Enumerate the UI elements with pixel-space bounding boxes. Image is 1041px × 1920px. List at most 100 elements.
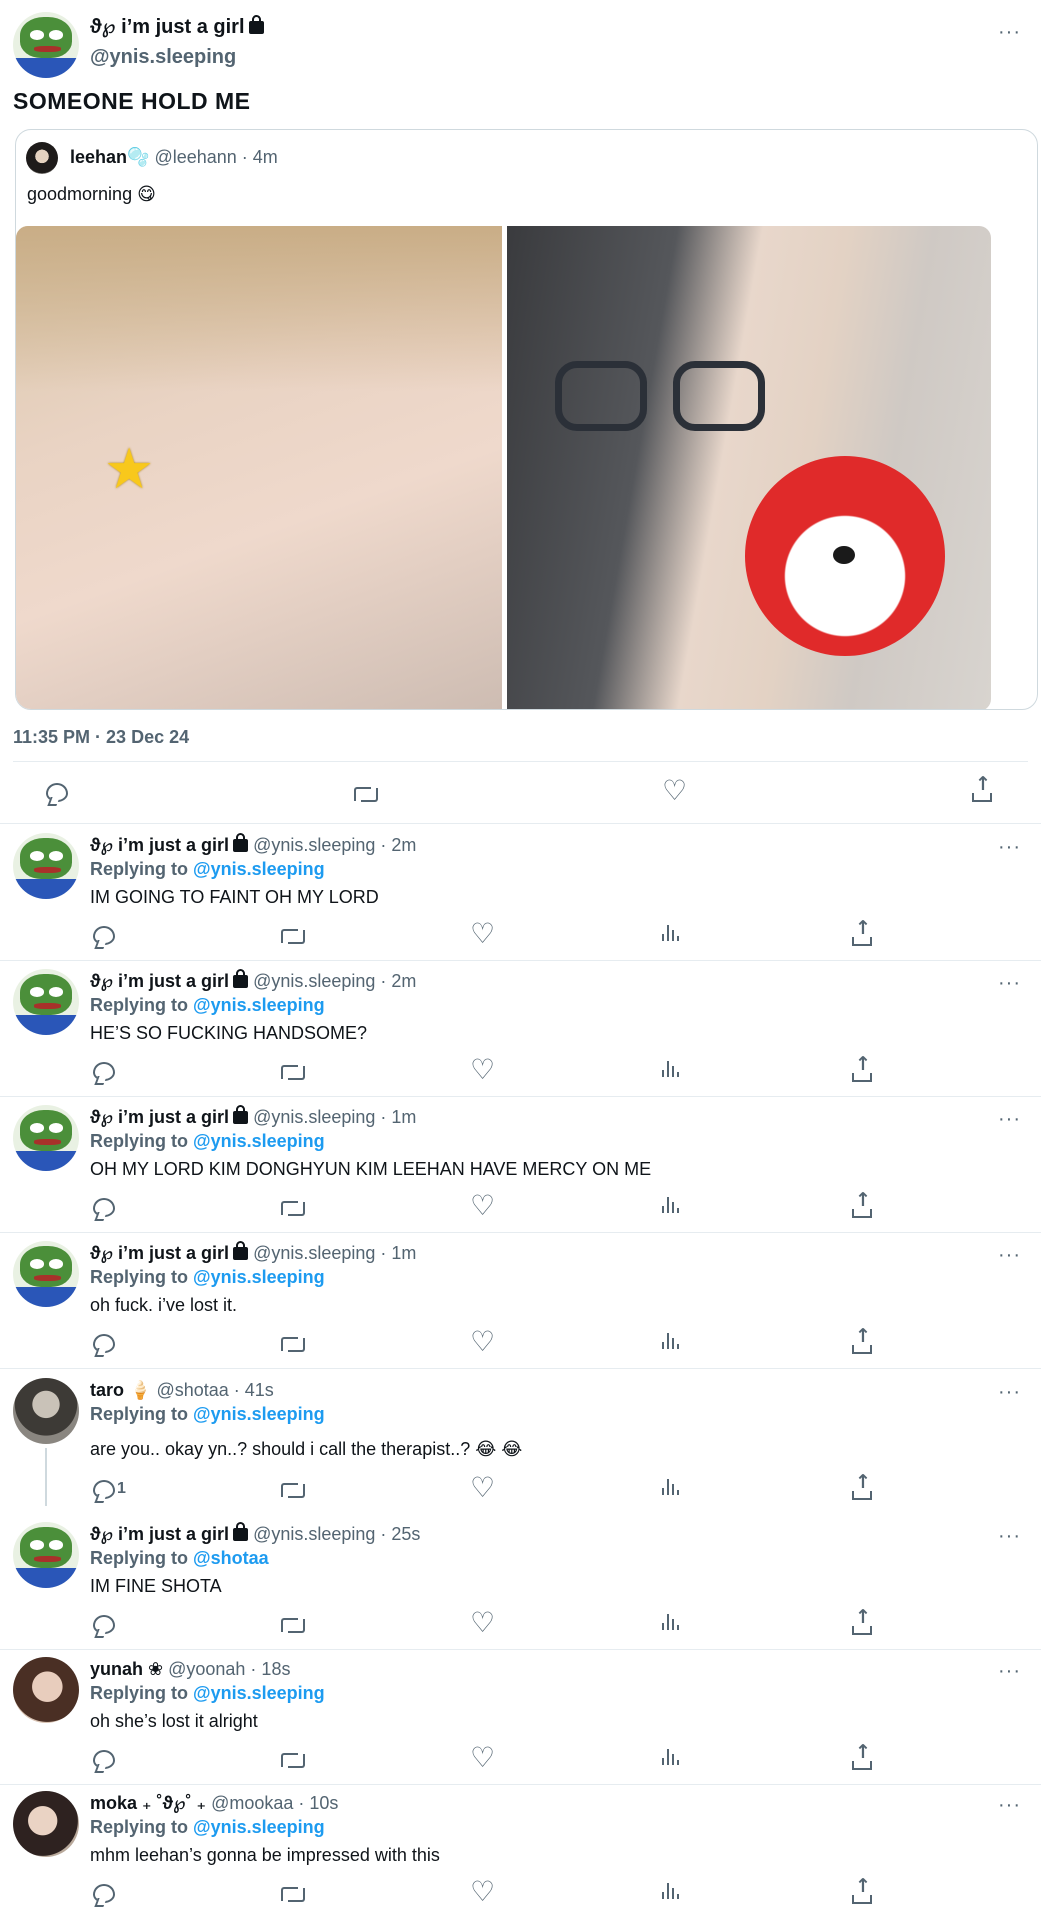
reply-tweet[interactable]: taro 🍦 @shotaa · 41s ··· Replying to @yn… <box>0 1370 1041 1506</box>
retweet-icon[interactable] <box>354 784 378 802</box>
reply-avatar[interactable] <box>13 1791 79 1857</box>
retweet-icon[interactable] <box>281 1198 305 1216</box>
share-icon[interactable] <box>852 1191 872 1218</box>
more-icon[interactable]: ··· <box>998 22 1021 42</box>
views-icon[interactable] <box>662 925 680 943</box>
reply-author-row[interactable]: ϑ℘ i’m just a girl @ynis.sleeping · 25s <box>90 1522 420 1545</box>
reply-author-row[interactable]: moka ₊ ˚ϑ℘˚ ₊ @mookaa · 10s <box>90 1793 338 1814</box>
reply-icon[interactable] <box>93 1615 115 1634</box>
author-name-row[interactable]: ϑ℘ i’m just a girl <box>90 14 264 39</box>
quoted-photo-1[interactable]: ★ <box>16 226 502 709</box>
reply-tweet[interactable]: ϑ℘ i’m just a girl @ynis.sleeping · 25s … <box>0 1514 1041 1650</box>
reply-author-row[interactable]: ϑ℘ i’m just a girl @ynis.sleeping · 2m <box>90 969 416 992</box>
like-icon[interactable] <box>470 1609 495 1637</box>
reply-tweet[interactable]: ϑ℘ i’m just a girl @ynis.sleeping · 1m ·… <box>0 1097 1041 1233</box>
like-icon[interactable] <box>470 920 495 948</box>
retweet-icon[interactable] <box>281 926 305 944</box>
reply-avatar[interactable] <box>13 1378 79 1444</box>
reply-icon[interactable] <box>93 1334 115 1353</box>
share-icon[interactable] <box>852 919 872 946</box>
reply-tweet[interactable]: yunah ❀ @yoonah · 18s ··· Replying to @y… <box>0 1649 1041 1785</box>
reply-icon[interactable] <box>93 1062 115 1081</box>
views-icon[interactable] <box>662 1749 680 1767</box>
like-icon[interactable] <box>470 1328 495 1356</box>
replying-to-link[interactable]: @ynis.sleeping <box>193 995 325 1015</box>
views-icon[interactable] <box>662 1061 680 1079</box>
retweet-icon[interactable] <box>281 1615 305 1633</box>
reply-display-name[interactable]: taro 🍦 <box>90 1380 151 1400</box>
reply-display-name[interactable]: ϑ℘ i’m just a girl <box>90 835 229 855</box>
more-icon[interactable]: ··· <box>998 1661 1021 1681</box>
retweet-icon[interactable] <box>281 1884 305 1902</box>
share-icon[interactable] <box>972 775 992 802</box>
retweet-icon[interactable] <box>281 1062 305 1080</box>
quoted-photo-2[interactable] <box>507 226 991 709</box>
share-icon[interactable] <box>852 1743 872 1770</box>
more-icon[interactable]: ··· <box>998 1526 1021 1546</box>
reply-avatar[interactable] <box>13 1522 79 1588</box>
share-icon[interactable] <box>852 1055 872 1082</box>
reply-tweet[interactable]: ϑ℘ i’m just a girl @ynis.sleeping · 1m ·… <box>0 1233 1041 1369</box>
more-icon[interactable]: ··· <box>998 973 1021 993</box>
tweet-timestamp[interactable]: 11:35 PM · 23 Dec 24 <box>13 727 189 748</box>
share-icon[interactable] <box>852 1608 872 1635</box>
reply-author-row[interactable]: ϑ℘ i’m just a girl @ynis.sleeping · 1m <box>90 1241 416 1264</box>
reply-author-row[interactable]: yunah ❀ @yoonah · 18s <box>90 1659 290 1680</box>
reply-avatar[interactable] <box>13 833 79 899</box>
quoted-author-row[interactable]: leehan🫧 @leehann · 4m <box>70 147 278 168</box>
replying-to-link[interactable]: @shotaa <box>193 1548 269 1568</box>
views-icon[interactable] <box>662 1883 680 1901</box>
more-icon[interactable]: ··· <box>998 1109 1021 1129</box>
like-icon[interactable] <box>470 1744 495 1772</box>
reply-icon[interactable] <box>93 1884 115 1903</box>
share-icon[interactable] <box>852 1473 872 1500</box>
share-icon[interactable] <box>852 1327 872 1354</box>
more-icon[interactable]: ··· <box>998 1382 1021 1402</box>
views-icon[interactable] <box>662 1333 680 1351</box>
replying-to-link[interactable]: @ynis.sleeping <box>193 1817 325 1837</box>
retweet-icon[interactable] <box>281 1750 305 1768</box>
reply-avatar[interactable] <box>13 969 79 1035</box>
reply-icon[interactable] <box>93 1480 115 1499</box>
replying-to-link[interactable]: @ynis.sleeping <box>193 1267 325 1287</box>
reply-icon[interactable] <box>46 783 68 802</box>
reply-display-name[interactable]: yunah ❀ <box>90 1659 163 1679</box>
replying-to-link[interactable]: @ynis.sleeping <box>193 1683 325 1703</box>
retweet-icon[interactable] <box>281 1480 305 1498</box>
views-icon[interactable] <box>662 1197 680 1215</box>
reply-avatar[interactable] <box>13 1657 79 1723</box>
more-icon[interactable]: ··· <box>998 1245 1021 1265</box>
reply-tweet[interactable]: ϑ℘ i’m just a girl @ynis.sleeping · 2m ·… <box>0 961 1041 1097</box>
reply-icon[interactable] <box>93 1750 115 1769</box>
quoted-tweet[interactable]: leehan🫧 @leehann · 4m goodmorning 😋 ★ <box>15 129 1038 710</box>
reply-author-row[interactable]: ϑ℘ i’m just a girl @ynis.sleeping · 2m <box>90 833 416 856</box>
like-icon[interactable] <box>470 1192 495 1220</box>
views-icon[interactable] <box>662 1614 680 1632</box>
replying-to-link[interactable]: @ynis.sleeping <box>193 859 325 879</box>
reply-display-name[interactable]: ϑ℘ i’m just a girl <box>90 1524 229 1544</box>
author-handle[interactable]: @ynis.sleeping <box>90 46 236 69</box>
reply-icon[interactable] <box>93 1198 115 1217</box>
reply-icon[interactable] <box>93 926 115 945</box>
more-icon[interactable]: ··· <box>998 837 1021 857</box>
views-icon[interactable] <box>662 1479 680 1497</box>
reply-author-row[interactable]: ϑ℘ i’m just a girl @ynis.sleeping · 1m <box>90 1105 416 1128</box>
retweet-icon[interactable] <box>281 1334 305 1352</box>
reply-display-name[interactable]: ϑ℘ i’m just a girl <box>90 1243 229 1263</box>
author-display-name[interactable]: ϑ℘ i’m just a girl <box>90 16 245 38</box>
reply-display-name[interactable]: moka ₊ ˚ϑ℘˚ ₊ <box>90 1793 206 1813</box>
quoted-display-name[interactable]: leehan <box>70 147 127 167</box>
author-avatar[interactable] <box>13 12 79 78</box>
quoted-author-avatar[interactable] <box>26 142 58 174</box>
reply-author-row[interactable]: taro 🍦 @shotaa · 41s <box>90 1380 274 1401</box>
reply-display-name[interactable]: ϑ℘ i’m just a girl <box>90 971 229 991</box>
reply-tweet[interactable]: moka ₊ ˚ϑ℘˚ ₊ @mookaa · 10s ··· Replying… <box>0 1783 1041 1919</box>
like-icon[interactable] <box>470 1056 495 1084</box>
replying-to-link[interactable]: @ynis.sleeping <box>193 1404 325 1424</box>
share-icon[interactable] <box>852 1877 872 1904</box>
like-icon[interactable] <box>470 1474 495 1502</box>
replying-to-link[interactable]: @ynis.sleeping <box>193 1131 325 1151</box>
like-icon[interactable] <box>662 777 687 805</box>
more-icon[interactable]: ··· <box>998 1795 1021 1815</box>
like-icon[interactable] <box>470 1878 495 1906</box>
